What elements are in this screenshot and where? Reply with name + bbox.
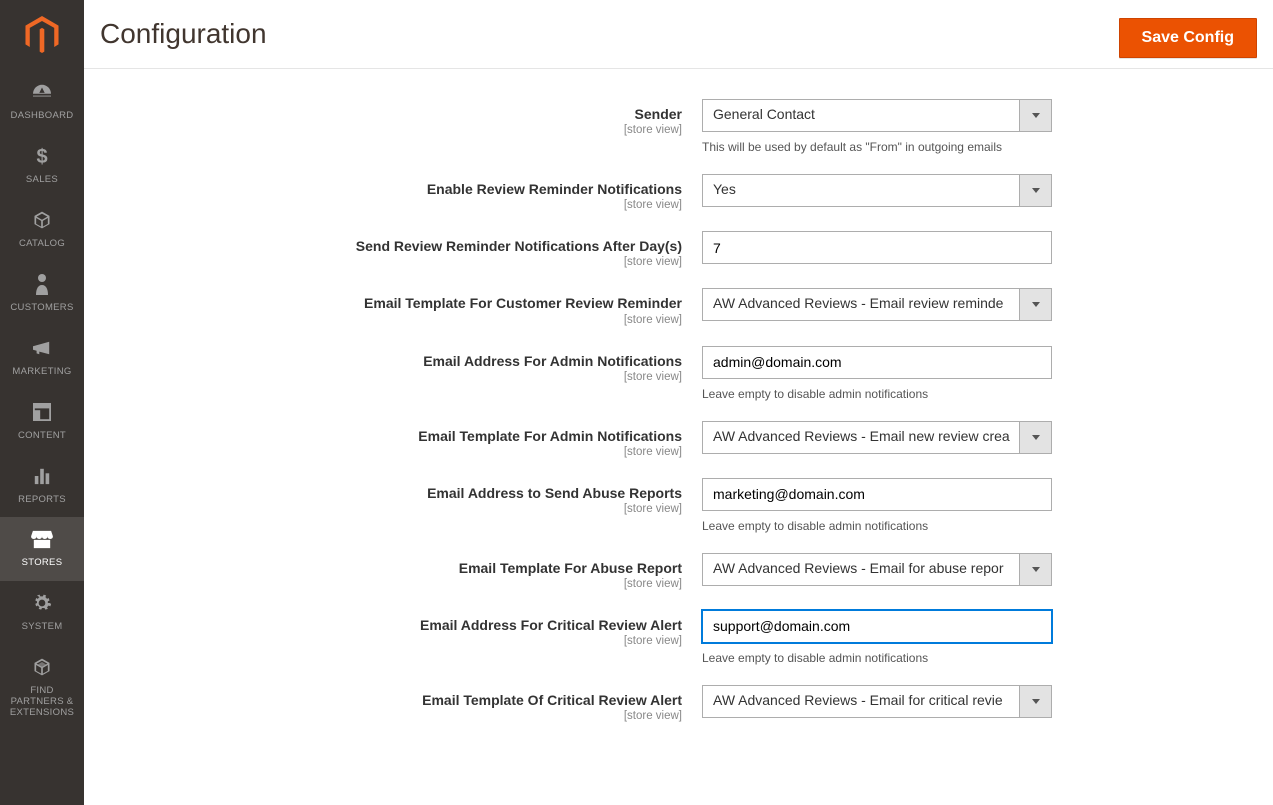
scope-label: [store view] (114, 199, 682, 211)
scope-label: [store view] (114, 710, 682, 722)
bar-chart-icon (33, 464, 51, 488)
field-label: Email Address For Admin Notifications (423, 352, 682, 370)
magento-logo-icon (25, 16, 59, 54)
sidebar-item-marketing[interactable]: MARKETING (0, 326, 84, 390)
admin-sidebar: DASHBOARD $ SALES CATALOG CUSTOMERS MARK… (0, 0, 84, 805)
field-label: Email Template For Admin Notifications (418, 427, 682, 445)
sender-select[interactable]: General Contact (702, 99, 1052, 132)
field-label: Enable Review Reminder Notifications (427, 180, 682, 198)
megaphone-icon (31, 336, 53, 360)
scope-label: [store view] (114, 635, 682, 647)
reminder-days-input[interactable] (702, 231, 1052, 264)
field-admin-email: Email Address For Admin Notifications [s… (114, 346, 1243, 401)
field-label: Email Address For Critical Review Alert (420, 616, 682, 634)
field-abuse-email: Email Address to Send Abuse Reports [sto… (114, 478, 1243, 533)
field-label: Email Template Of Critical Review Alert (422, 691, 682, 709)
chevron-down-icon (1019, 99, 1052, 132)
admin-email-input[interactable] (702, 346, 1052, 379)
sidebar-item-label: CATALOG (19, 239, 65, 250)
scope-label: [store view] (114, 578, 682, 590)
sidebar-item-label: SYSTEM (22, 622, 63, 633)
abuse-email-input[interactable] (702, 478, 1052, 511)
person-icon (34, 272, 50, 296)
sidebar-item-partners[interactable]: FIND PARTNERS & EXTENSIONS (0, 645, 84, 731)
page-header: Configuration Save Config (84, 0, 1273, 69)
field-label: Email Template For Abuse Report (459, 559, 682, 577)
store-icon (31, 527, 53, 551)
scope-label: [store view] (114, 256, 682, 268)
scope-label: [store view] (114, 371, 682, 383)
sidebar-item-content[interactable]: CONTENT (0, 390, 84, 454)
critical-email-input[interactable] (702, 610, 1052, 643)
page-title: Configuration (100, 18, 267, 50)
scope-label: [store view] (114, 446, 682, 458)
dollar-icon: $ (35, 144, 49, 168)
magento-logo[interactable] (0, 0, 84, 70)
cube-icon (32, 208, 52, 232)
tpl-admin-select[interactable]: AW Advanced Reviews - Email new review c… (702, 421, 1052, 454)
sidebar-item-reports[interactable]: REPORTS (0, 454, 84, 518)
field-tpl-abuse: Email Template For Abuse Report [store v… (114, 553, 1243, 590)
sidebar-item-label: DASHBOARD (11, 111, 74, 122)
field-tpl-customer-reminder: Email Template For Customer Review Remin… (114, 288, 1243, 325)
layout-icon (33, 400, 51, 424)
field-label: Sender (635, 105, 682, 123)
config-form: Sender [store view] General Contact This… (84, 69, 1273, 772)
field-label: Email Template For Customer Review Remin… (364, 294, 682, 312)
main-content: Configuration Save Config Sender [store … (84, 0, 1273, 805)
sidebar-item-customers[interactable]: CUSTOMERS (0, 262, 84, 326)
scope-label: [store view] (114, 314, 682, 326)
sidebar-item-label: CUSTOMERS (10, 303, 73, 314)
field-hint: Leave empty to disable admin notificatio… (702, 651, 1052, 665)
partners-icon (32, 655, 52, 679)
gear-icon (32, 591, 52, 615)
tpl-customer-reminder-select[interactable]: AW Advanced Reviews - Email review remin… (702, 288, 1052, 321)
field-enable-reminder: Enable Review Reminder Notifications [st… (114, 174, 1243, 211)
chevron-down-icon (1019, 421, 1052, 454)
sidebar-item-label: CONTENT (18, 431, 66, 442)
scope-label: [store view] (114, 503, 682, 515)
field-hint: This will be used by default as "From" i… (702, 140, 1052, 154)
field-tpl-admin: Email Template For Admin Notifications [… (114, 421, 1243, 458)
sidebar-item-label: SALES (26, 175, 58, 186)
sidebar-item-label: MARKETING (12, 367, 71, 378)
chevron-down-icon (1019, 174, 1052, 207)
field-hint: Leave empty to disable admin notificatio… (702, 519, 1052, 533)
save-config-button[interactable]: Save Config (1119, 18, 1257, 58)
chevron-down-icon (1019, 685, 1052, 718)
chevron-down-icon (1019, 553, 1052, 586)
scope-label: [store view] (114, 124, 682, 136)
dashboard-icon (31, 80, 53, 104)
tpl-abuse-select[interactable]: AW Advanced Reviews - Email for abuse re… (702, 553, 1052, 586)
sidebar-item-label: REPORTS (18, 495, 66, 506)
sidebar-item-label: FIND PARTNERS & EXTENSIONS (4, 686, 80, 719)
tpl-critical-select[interactable]: AW Advanced Reviews - Email for critical… (702, 685, 1052, 718)
sidebar-item-label: STORES (22, 558, 63, 569)
field-reminder-days: Send Review Reminder Notifications After… (114, 231, 1243, 268)
field-critical-email: Email Address For Critical Review Alert … (114, 610, 1243, 665)
field-sender: Sender [store view] General Contact This… (114, 99, 1243, 154)
sidebar-item-sales[interactable]: $ SALES (0, 134, 84, 198)
sidebar-item-catalog[interactable]: CATALOG (0, 198, 84, 262)
svg-text:$: $ (36, 146, 47, 167)
field-tpl-critical: Email Template Of Critical Review Alert … (114, 685, 1243, 722)
field-label: Send Review Reminder Notifications After… (356, 237, 682, 255)
sidebar-item-stores[interactable]: STORES (0, 517, 84, 581)
chevron-down-icon (1019, 288, 1052, 321)
sidebar-item-dashboard[interactable]: DASHBOARD (0, 70, 84, 134)
sidebar-item-system[interactable]: SYSTEM (0, 581, 84, 645)
enable-reminder-select[interactable]: Yes (702, 174, 1052, 207)
field-label: Email Address to Send Abuse Reports (427, 484, 682, 502)
field-hint: Leave empty to disable admin notificatio… (702, 387, 1052, 401)
